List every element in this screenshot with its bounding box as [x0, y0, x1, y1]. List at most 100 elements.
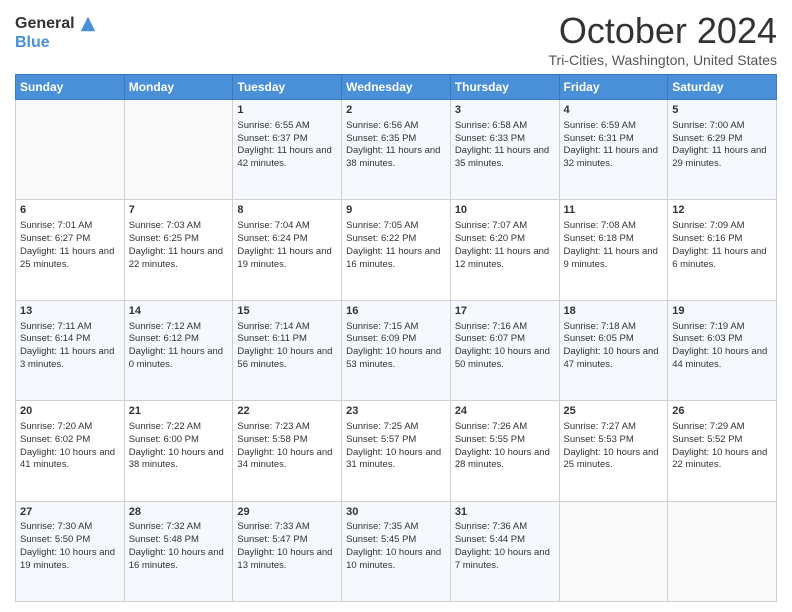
- calendar-cell: 26Sunrise: 7:29 AMSunset: 5:52 PMDayligh…: [668, 401, 777, 501]
- day-number: 3: [455, 103, 555, 118]
- daylight-text: Daylight: 10 hours and 53 minutes.: [346, 346, 446, 372]
- weekday-header: Friday: [559, 75, 668, 100]
- day-number: 19: [672, 304, 772, 319]
- sunrise-text: Sunrise: 7:15 AM: [346, 321, 446, 334]
- sunset-text: Sunset: 6:18 PM: [564, 233, 664, 246]
- daylight-text: Daylight: 11 hours and 12 minutes.: [455, 246, 555, 272]
- sunrise-text: Sunrise: 7:36 AM: [455, 521, 555, 534]
- sunrise-text: Sunrise: 7:01 AM: [20, 220, 120, 233]
- cell-content: 20Sunrise: 7:20 AMSunset: 6:02 PMDayligh…: [20, 404, 120, 472]
- day-number: 13: [20, 304, 120, 319]
- daylight-text: Daylight: 11 hours and 9 minutes.: [564, 246, 664, 272]
- calendar-cell: 28Sunrise: 7:32 AMSunset: 5:48 PMDayligh…: [124, 501, 233, 601]
- daylight-text: Daylight: 10 hours and 50 minutes.: [455, 346, 555, 372]
- sunset-text: Sunset: 5:57 PM: [346, 434, 446, 447]
- logo-blue: Blue: [15, 33, 97, 52]
- calendar-cell: 11 Sunrise: 7:08 AMSunset: 6:18 PMDayligh…: [559, 200, 668, 300]
- sunset-text: Sunset: 5:50 PM: [20, 534, 120, 547]
- sunrise-text: Sunrise: 7:19 AM: [672, 321, 772, 334]
- sunset-text: Sunset: 6:02 PM: [20, 434, 120, 447]
- calendar-cell: 4Sunrise: 6:59 AMSunset: 6:31 PMDaylight…: [559, 100, 668, 200]
- sunrise-text: Sunrise: 7:22 AM: [129, 421, 229, 434]
- sunset-text: Sunset: 5:45 PM: [346, 534, 446, 547]
- sunset-text: Sunset: 6:29 PM: [672, 133, 772, 146]
- daylight-text: Daylight: 11 hours and 38 minutes.: [346, 145, 446, 171]
- cell-content: 30Sunrise: 7:35 AMSunset: 5:45 PMDayligh…: [346, 505, 446, 573]
- cell-content: 9Sunrise: 7:05 AMSunset: 6:22 PMDaylight…: [346, 203, 446, 271]
- calendar-cell: 29Sunrise: 7:33 AMSunset: 5:47 PMDayligh…: [233, 501, 342, 601]
- daylight-text: Daylight: 10 hours and 7 minutes.: [455, 547, 555, 573]
- day-number: 12: [672, 203, 772, 218]
- calendar-cell: 31Sunrise: 7:36 AMSunset: 5:44 PMDayligh…: [450, 501, 559, 601]
- calendar-cell: [668, 501, 777, 601]
- calendar-cell: 23Sunrise: 7:25 AMSunset: 5:57 PMDayligh…: [342, 401, 451, 501]
- logo-text: General Blue: [15, 14, 97, 52]
- calendar-cell: 6Sunrise: 7:01 AMSunset: 6:27 PMDaylight…: [16, 200, 125, 300]
- day-number: 17: [455, 304, 555, 319]
- sunrise-text: Sunrise: 6:58 AM: [455, 120, 555, 133]
- sunrise-text: Sunrise: 7:11 AM: [20, 321, 120, 334]
- sunrise-text: Sunrise: 7:23 AM: [237, 421, 337, 434]
- daylight-text: Daylight: 10 hours and 25 minutes.: [564, 447, 664, 473]
- sunset-text: Sunset: 5:53 PM: [564, 434, 664, 447]
- calendar-cell: 21Sunrise: 7:22 AMSunset: 6:00 PMDayligh…: [124, 401, 233, 501]
- calendar-cell: 20Sunrise: 7:20 AMSunset: 6:02 PMDayligh…: [16, 401, 125, 501]
- sunset-text: Sunset: 6:31 PM: [564, 133, 664, 146]
- calendar-cell: 19Sunrise: 7:19 AMSunset: 6:03 PMDayligh…: [668, 300, 777, 400]
- sunrise-text: Sunrise: 7:27 AM: [564, 421, 664, 434]
- cell-content: 31Sunrise: 7:36 AMSunset: 5:44 PMDayligh…: [455, 505, 555, 573]
- day-number: 9: [346, 203, 446, 218]
- day-number: 14: [129, 304, 229, 319]
- cell-content: 13Sunrise: 7:11 AMSunset: 6:14 PMDayligh…: [20, 304, 120, 372]
- cell-content: 6Sunrise: 7:01 AMSunset: 6:27 PMDaylight…: [20, 203, 120, 271]
- cell-content: 27Sunrise: 7:30 AMSunset: 5:50 PMDayligh…: [20, 505, 120, 573]
- daylight-text: Daylight: 10 hours and 41 minutes.: [20, 447, 120, 473]
- sunrise-text: Sunrise: 6:59 AM: [564, 120, 664, 133]
- cell-content: 5Sunrise: 7:00 AMSunset: 6:29 PMDaylight…: [672, 103, 772, 171]
- calendar-week-row: 20Sunrise: 7:20 AMSunset: 6:02 PMDayligh…: [16, 401, 777, 501]
- day-number: 11: [564, 203, 664, 218]
- sunset-text: Sunset: 6:20 PM: [455, 233, 555, 246]
- day-number: 21: [129, 404, 229, 419]
- sunrise-text: Sunrise: 7:32 AM: [129, 521, 229, 534]
- sunrise-text: Sunrise: 7:04 AM: [237, 220, 337, 233]
- cell-content: 25Sunrise: 7:27 AMSunset: 5:53 PMDayligh…: [564, 404, 664, 472]
- daylight-text: Daylight: 10 hours and 44 minutes.: [672, 346, 772, 372]
- sunset-text: Sunset: 6:05 PM: [564, 333, 664, 346]
- day-number: 20: [20, 404, 120, 419]
- sunset-text: Sunset: 6:35 PM: [346, 133, 446, 146]
- sunrise-text: Sunrise: 7:08 AM: [564, 220, 664, 233]
- daylight-text: Daylight: 11 hours and 42 minutes.: [237, 145, 337, 171]
- weekday-header: Sunday: [16, 75, 125, 100]
- sunset-text: Sunset: 6:25 PM: [129, 233, 229, 246]
- day-number: 10: [455, 203, 555, 218]
- calendar-cell: 14Sunrise: 7:12 AMSunset: 6:12 PMDayligh…: [124, 300, 233, 400]
- header-row: SundayMondayTuesdayWednesdayThursdayFrid…: [16, 75, 777, 100]
- day-number: 7: [129, 203, 229, 218]
- cell-content: 24Sunrise: 7:26 AMSunset: 5:55 PMDayligh…: [455, 404, 555, 472]
- calendar-table: SundayMondayTuesdayWednesdayThursdayFrid…: [15, 74, 777, 602]
- weekday-header: Monday: [124, 75, 233, 100]
- sunset-text: Sunset: 6:16 PM: [672, 233, 772, 246]
- daylight-text: Daylight: 10 hours and 22 minutes.: [672, 447, 772, 473]
- daylight-text: Daylight: 10 hours and 16 minutes.: [129, 547, 229, 573]
- location: Tri-Cities, Washington, United States: [549, 52, 778, 68]
- calendar-cell: 22Sunrise: 7:23 AMSunset: 5:58 PMDayligh…: [233, 401, 342, 501]
- sunset-text: Sunset: 5:48 PM: [129, 534, 229, 547]
- cell-content: 1Sunrise: 6:55 AMSunset: 6:37 PMDaylight…: [237, 103, 337, 171]
- calendar-cell: 30Sunrise: 7:35 AMSunset: 5:45 PMDayligh…: [342, 501, 451, 601]
- day-number: 29: [237, 505, 337, 520]
- day-number: 5: [672, 103, 772, 118]
- day-number: 18: [564, 304, 664, 319]
- cell-content: 3Sunrise: 6:58 AMSunset: 6:33 PMDaylight…: [455, 103, 555, 171]
- daylight-text: Daylight: 10 hours and 10 minutes.: [346, 547, 446, 573]
- weekday-header: Thursday: [450, 75, 559, 100]
- daylight-text: Daylight: 11 hours and 25 minutes.: [20, 246, 120, 272]
- weekday-header: Saturday: [668, 75, 777, 100]
- daylight-text: Daylight: 10 hours and 47 minutes.: [564, 346, 664, 372]
- sunrise-text: Sunrise: 7:14 AM: [237, 321, 337, 334]
- header: General Blue October 2024 Tri-Cities, Wa…: [15, 10, 777, 68]
- day-number: 1: [237, 103, 337, 118]
- cell-content: 12Sunrise: 7:09 AMSunset: 6:16 PMDayligh…: [672, 203, 772, 271]
- sunset-text: Sunset: 6:22 PM: [346, 233, 446, 246]
